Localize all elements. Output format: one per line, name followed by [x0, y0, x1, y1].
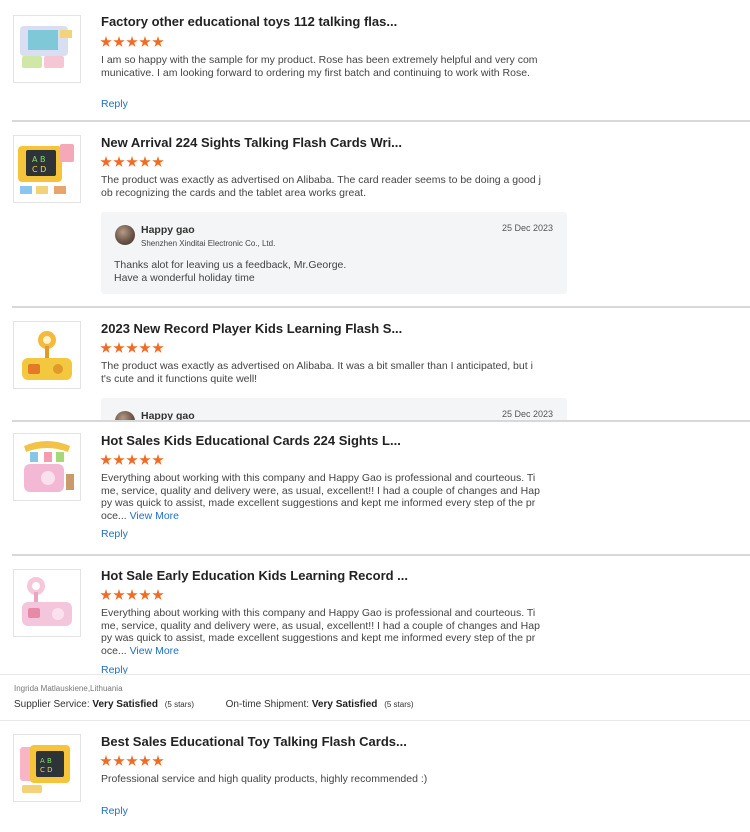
product-thumbnail[interactable]: A B C D [13, 135, 81, 203]
product-title[interactable]: Hot Sale Early Education Kids Learning R… [101, 568, 408, 583]
seller-reply: Happy gao Shenzhen Xinditai Electronic C… [101, 212, 567, 294]
product-thumbnail[interactable] [13, 569, 81, 637]
star-rating [100, 454, 164, 466]
star-icon [139, 36, 151, 47]
product-thumbnail[interactable] [13, 15, 81, 83]
review-card: Hot Sale Early Education Kids Learning R… [0, 556, 750, 674]
star-icon [113, 342, 125, 353]
seller-reply: Happy gao 25 Dec 2023 [101, 398, 567, 420]
supplier-service-label: Supplier Service: [14, 699, 90, 710]
star-icon [126, 36, 138, 47]
svg-text:C D: C D [40, 766, 53, 774]
reply-link[interactable]: Reply [101, 98, 128, 110]
star-rating [100, 755, 164, 767]
view-more-link[interactable]: View More [130, 645, 179, 657]
review-text: Professional service and high quality pr… [101, 773, 428, 785]
star-icon [126, 589, 138, 600]
seller-name: Happy gao [141, 224, 195, 236]
star-icon [152, 156, 164, 167]
review-text: The product was exactly as advertised on… [101, 174, 541, 199]
review-text: Everything about working with this compa… [101, 607, 541, 657]
star-rating [100, 342, 164, 354]
review-card: 2023 New Record Player Kids Learning Fla… [0, 308, 750, 420]
shipment-value: Very Satisfied [311, 699, 378, 710]
star-icon [126, 342, 138, 353]
seller-company: Shenzhen Xinditai Electronic Co., Ltd. [141, 239, 276, 248]
svg-text:A B: A B [40, 757, 52, 765]
star-icon [139, 589, 151, 600]
svg-text:C D: C D [32, 165, 46, 174]
star-icon [139, 755, 151, 766]
star-icon [139, 342, 151, 353]
star-icon [126, 156, 138, 167]
avatar [115, 225, 135, 245]
star-icon [100, 156, 112, 167]
reply-date: 25 Dec 2023 [501, 409, 553, 419]
review-card: Hot Sales Kids Educational Cards 224 Sig… [0, 420, 750, 556]
svg-text:A B: A B [32, 155, 46, 164]
divider [12, 420, 750, 422]
product-title[interactable]: Best Sales Educational Toy Talking Flash… [101, 734, 407, 749]
review-text: I am so happy with the sample for my pro… [101, 54, 538, 79]
seller-name: Happy gao [141, 410, 195, 420]
divider [0, 720, 750, 721]
product-title[interactable]: New Arrival 224 Sights Talking Flash Car… [101, 135, 402, 150]
divider [0, 674, 750, 675]
star-icon [139, 454, 151, 465]
star-icon [152, 342, 164, 353]
star-icon [126, 454, 138, 465]
star-icon [139, 156, 151, 167]
review-card: A B C D Best Sales Educational Toy Talki… [0, 722, 750, 832]
product-thumbnail[interactable] [13, 321, 81, 389]
star-icon [100, 589, 112, 600]
product-thumbnail[interactable] [13, 433, 81, 501]
reply-message-line: Have a wonderful holiday time [114, 271, 255, 284]
star-icon [152, 36, 164, 47]
star-icon [113, 36, 125, 47]
star-rating [100, 36, 164, 48]
view-more-link[interactable]: View More [130, 510, 179, 522]
review-card: Factory other educational toys 112 talki… [0, 0, 750, 122]
reply-link[interactable]: Reply [101, 664, 128, 674]
star-rating [100, 589, 164, 601]
buyer-name-location: Ingrida Matlauskiene,Lithuania [14, 684, 123, 693]
star-icon [152, 755, 164, 766]
reply-link[interactable]: Reply [101, 805, 128, 817]
reply-message: Thanks alot for leaving us a feedback, M… [114, 259, 346, 284]
star-icon [113, 156, 125, 167]
star-icon [126, 755, 138, 766]
buyer-info: Ingrida Matlauskiene,Lithuania Supplier … [0, 674, 750, 722]
review-text: Everything about working with this compa… [101, 472, 541, 522]
shipment-label: On-time Shipment: [225, 699, 310, 710]
product-title[interactable]: Factory other educational toys 112 talki… [101, 14, 397, 29]
supplier-service-stars: (5 stars) [164, 700, 195, 709]
star-icon [152, 454, 164, 465]
star-icon [100, 342, 112, 353]
star-icon [100, 454, 112, 465]
reply-message-line: Thanks alot for leaving us a feedback, M… [114, 259, 347, 271]
star-icon [113, 589, 125, 600]
star-icon [100, 36, 112, 47]
shipment-stars: (5 stars) [384, 700, 414, 709]
product-title[interactable]: Hot Sales Kids Educational Cards 224 Sig… [101, 433, 401, 448]
product-thumbnail[interactable]: A B C D [13, 734, 81, 802]
service-ratings: Supplier Service: Very Satisfied (5 star… [14, 699, 414, 710]
supplier-service-value: Very Satisfied [92, 699, 158, 710]
review-card: A B C D New Arrival 224 Sights Talking F… [0, 122, 750, 308]
reviews-page: Factory other educational toys 112 talki… [0, 0, 750, 832]
review-text: The product was exactly as advertised on… [101, 360, 533, 385]
product-title[interactable]: 2023 New Record Player Kids Learning Fla… [101, 321, 402, 336]
star-icon [152, 589, 164, 600]
star-icon [113, 755, 125, 766]
star-rating [100, 156, 164, 168]
star-icon [113, 454, 125, 465]
reply-link[interactable]: Reply [101, 528, 128, 540]
reply-date: 25 Dec 2023 [501, 223, 553, 233]
star-icon [100, 755, 112, 766]
avatar [115, 411, 135, 420]
